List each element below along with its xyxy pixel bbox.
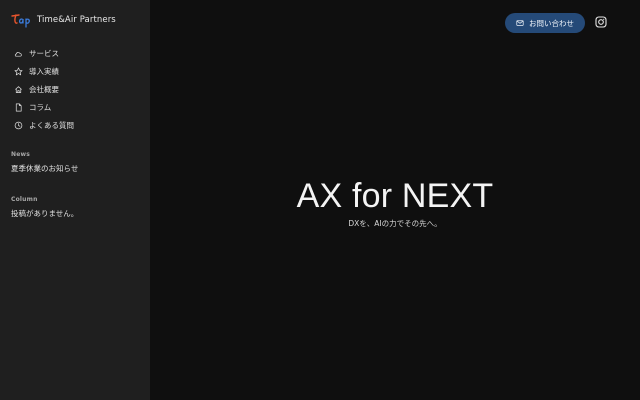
nav-item-label: 導入実績 — [29, 66, 59, 76]
nav-item-company[interactable]: 会社概要 — [14, 80, 74, 98]
brand-home-link[interactable]: Time&Air Partners — [11, 12, 116, 28]
hero-section: AX for NEXT DXを、AIの力でその先へ。 — [150, 0, 640, 400]
column-title: Column — [11, 196, 38, 203]
hero-title: AX for NEXT — [296, 177, 494, 215]
star-icon — [14, 67, 23, 75]
home-icon — [15, 85, 22, 93]
nav-item-label: 会社概要 — [29, 84, 59, 94]
main-nav: サービス 導入実績 会社概要 コラム よくある質問 — [14, 44, 74, 134]
brand-name: Time&Air Partners — [37, 15, 116, 25]
nav-item-label: サービス — [29, 48, 59, 58]
nav-item-label: コラム — [29, 102, 52, 112]
hero-subtitle: DXを、AIの力でその先へ。 — [348, 219, 442, 228]
nav-item-column[interactable]: コラム — [14, 98, 74, 116]
nav-item-services[interactable]: サービス — [14, 44, 74, 62]
column-section: Column 投稿がありません。 — [11, 196, 78, 219]
nav-item-label: よくある質問 — [29, 120, 74, 130]
nav-item-faq[interactable]: よくある質問 — [14, 116, 74, 134]
news-title: News — [11, 151, 31, 158]
sidebar: Time&Air Partners サービス 導入実績 会社概要 コラム よくあ… — [0, 0, 150, 400]
news-section: News 夏季休業のお知らせ — [11, 151, 78, 174]
nav-item-case-studies[interactable]: 導入実績 — [14, 62, 74, 80]
document-icon — [15, 103, 22, 111]
column-empty-message: 投稿がありません。 — [11, 209, 79, 218]
brand-logo-icon — [11, 14, 30, 28]
cloud-icon — [14, 51, 22, 57]
news-item-link[interactable]: 夏季休業のお知らせ — [11, 163, 78, 174]
clock-icon — [14, 121, 23, 129]
